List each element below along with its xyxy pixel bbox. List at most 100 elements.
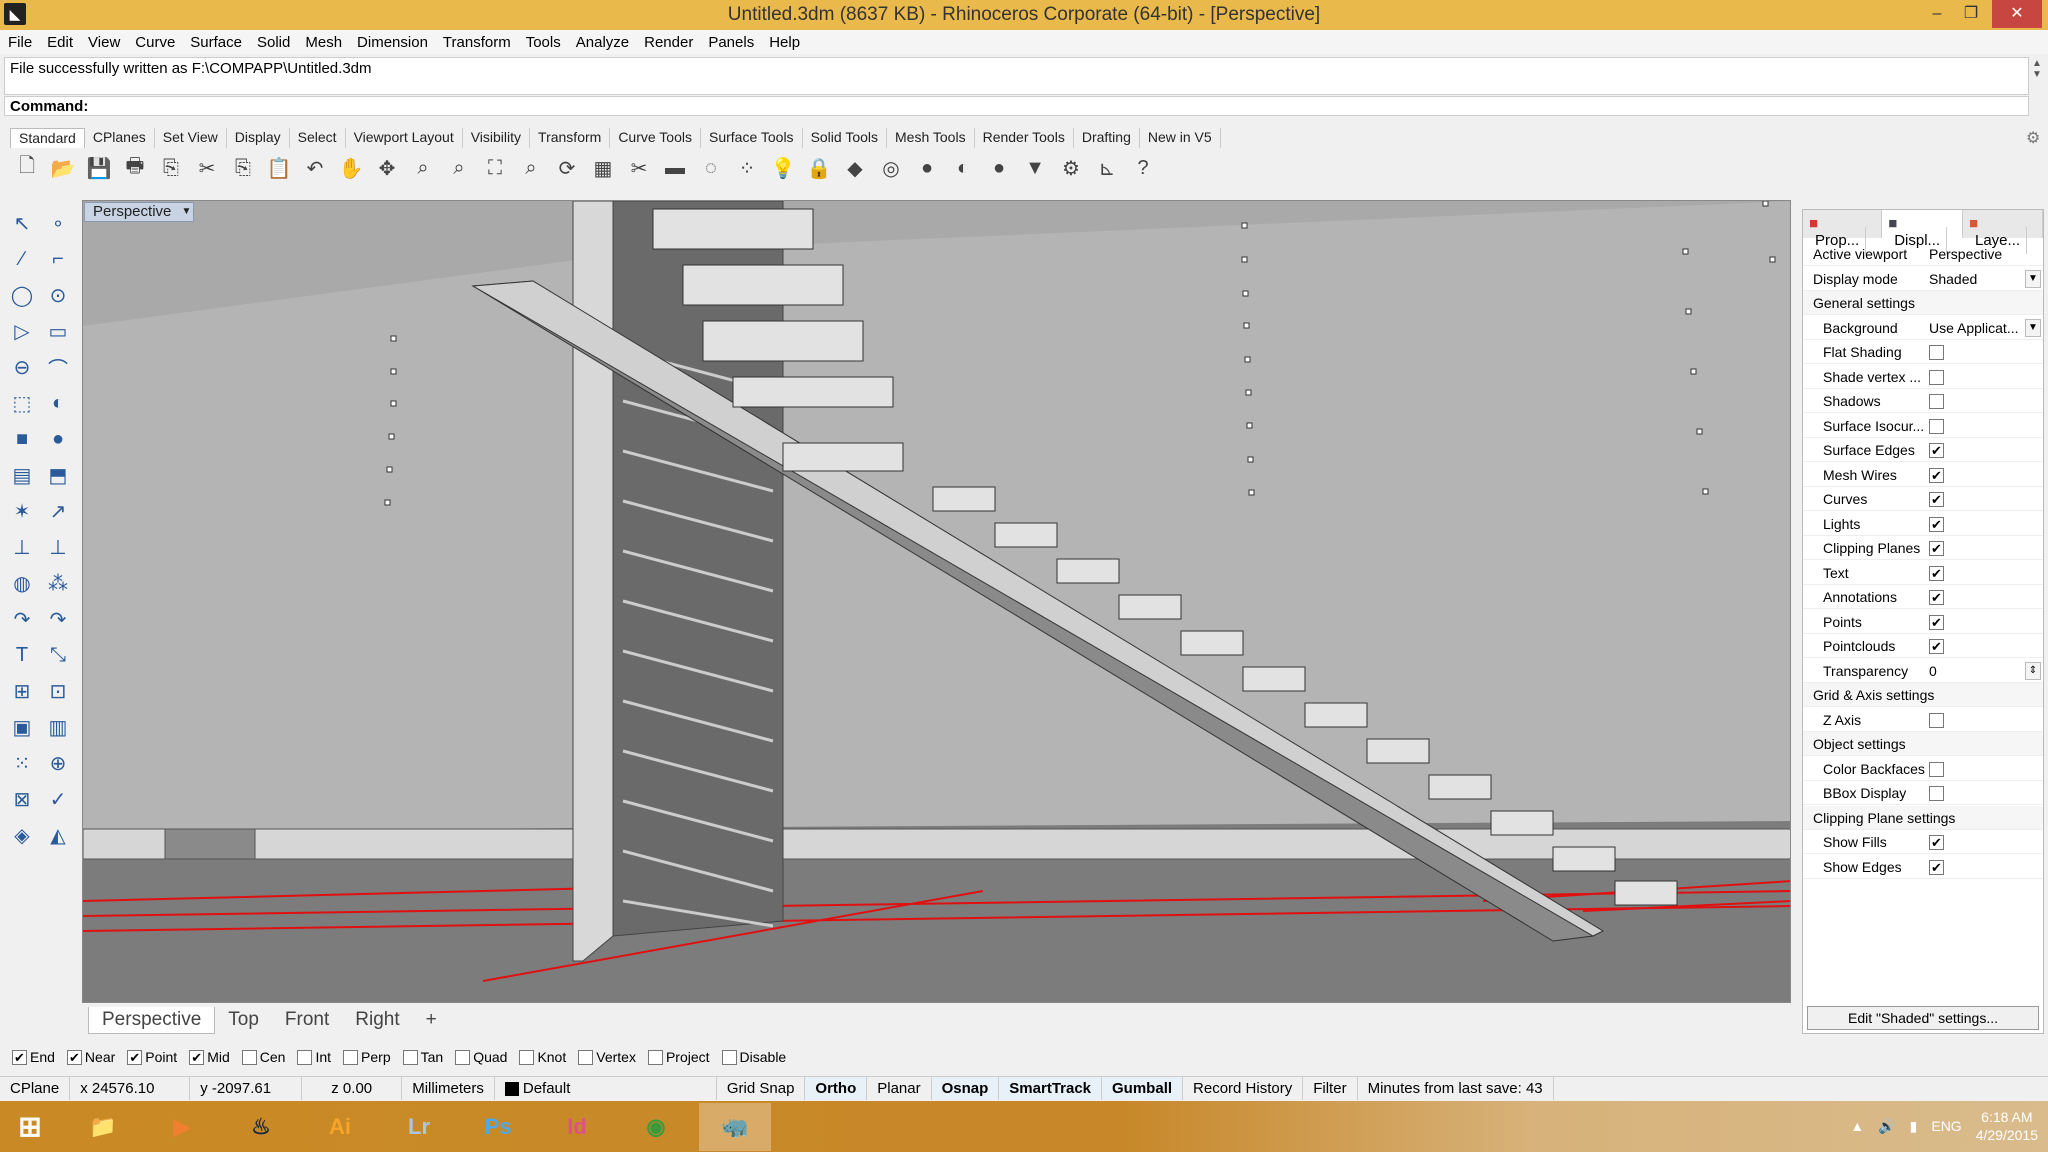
checkbox[interactable] [1929,712,1944,728]
viewport-title[interactable]: Perspective ▼ [84,202,195,222]
osnap-mid[interactable]: ✔ Mid [189,1049,230,1065]
menu-dimension[interactable]: Dimension [357,34,428,51]
spinner-arrows-icon[interactable]: ⇕ [2025,661,2041,680]
rhino-app-icon[interactable]: ◣ [4,3,26,25]
checkbox[interactable]: ✔ [127,1049,143,1065]
four-viewports-icon[interactable]: ▦ [588,153,618,183]
row-surface-isocur[interactable]: Surface Isocur... [1803,414,2043,438]
checkbox[interactable]: ✔ [1929,467,1944,483]
box-tool-icon[interactable]: ■ [4,421,40,457]
row-pointclouds[interactable]: Pointclouds ✔ [1803,634,2043,658]
row-surface-edges[interactable]: Surface Edges ✔ [1803,438,2043,462]
lightroom-icon[interactable]: Lr [383,1103,455,1151]
osnap-near[interactable]: ✔ Near [66,1049,115,1065]
polyline-tool-icon[interactable]: ∕ [4,241,40,277]
menu-tools[interactable]: Tools [526,34,561,51]
checkbox[interactable] [402,1049,418,1065]
layer-button[interactable]: Default [495,1077,717,1100]
viewport-tab-perspective[interactable]: Perspective [88,1007,216,1034]
row-value[interactable]: Shaded [1929,267,1977,291]
viewport-tab-front[interactable]: Front [272,1007,342,1034]
point-tool-icon[interactable]: ∘ [40,205,76,241]
checkbox[interactable]: ✔ [66,1049,82,1065]
checkbox[interactable] [1929,345,1944,360]
tray-arrow-icon[interactable]: ▲ [1850,1118,1864,1134]
save-icon[interactable]: 💾 [84,153,114,183]
language-indicator[interactable]: ENG [1931,1118,1961,1134]
checkbox[interactable] [519,1049,535,1065]
copy-icon[interactable]: ⎘ [228,153,258,183]
viewport-tab-top[interactable]: Top [215,1007,272,1034]
chevron-down-icon[interactable]: ▼ [181,203,191,221]
checkbox[interactable] [1929,418,1944,434]
row-display-mode[interactable]: Display mode Shaded ▼ [1803,267,2043,291]
grid-icon[interactable]: ▬ [660,153,690,183]
select-tool-icon[interactable]: ↖ [4,205,40,241]
checkbox[interactable] [1929,761,1944,777]
tab-mesh-tools[interactable]: Mesh Tools [887,128,975,148]
minimize-button[interactable]: – [1920,0,1954,28]
menu-mesh[interactable]: Mesh [305,34,342,51]
toolbar-gear-icon[interactable]: ⚙ [2026,128,2040,148]
menu-surface[interactable]: Surface [190,34,242,51]
volume-icon[interactable]: 🔊 [1878,1118,1895,1135]
row-show-fills[interactable]: Show Fills ✔ [1803,830,2043,854]
row-shade-vertex[interactable]: Shade vertex ... [1803,365,2043,389]
menu-panels[interactable]: Panels [708,34,754,51]
row-shadows[interactable]: Shadows [1803,389,2043,413]
panel-tab-display[interactable]: ■ Displ... [1882,210,1963,254]
osnap-cen[interactable]: Cen [241,1049,285,1065]
checkbox[interactable] [343,1049,359,1065]
tab-drafting[interactable]: Drafting [1074,128,1140,148]
circle-tool-icon[interactable]: ◯ [4,277,40,313]
toggle-filter[interactable]: Filter [1303,1077,1358,1100]
checkbox[interactable]: ✔ [1929,541,1944,556]
tab-curve-tools[interactable]: Curve Tools [610,128,701,148]
osnap-point[interactable]: ✔ Point [127,1049,177,1065]
checkbox[interactable]: ✔ [1929,565,1944,581]
menu-transform[interactable]: Transform [443,34,511,51]
circle-icon[interactable]: ◌ [696,153,726,183]
panel-tab-layers[interactable]: ■ Laye... [1963,210,2044,254]
rhino-icon[interactable]: 🦏 [699,1102,771,1151]
checkbox[interactable] [647,1049,663,1065]
checkbox[interactable]: ✔ [1929,492,1944,507]
tab-visibility[interactable]: Visibility [463,128,531,148]
osnap-disable[interactable]: Disable [721,1049,786,1065]
menu-edit[interactable]: Edit [47,34,73,51]
tab-solid-tools[interactable]: Solid Tools [803,128,888,148]
explode-tool-icon[interactable]: ✶ [4,493,40,529]
windows-start-icon[interactable]: ⊞ [0,1103,60,1151]
pan-icon[interactable]: ✋ [336,153,366,183]
checkbox[interactable]: ✔ [1929,590,1944,605]
new-file-icon[interactable]: 🗋 [12,153,42,183]
render-sphere-icon[interactable]: ◐ [948,153,978,183]
network-icon[interactable]: ▮ [1910,1118,1918,1135]
history-scrollbar[interactable]: ▲ ▼ [2030,58,2044,94]
checkbox[interactable]: ✔ [1929,443,1944,458]
row-transparency[interactable]: Transparency 0 ⇕ [1803,659,2043,683]
row-bbox-display[interactable]: BBox Display [1803,781,2043,805]
checkbox[interactable] [241,1049,257,1065]
row-curves[interactable]: Curves ✔ [1803,487,2043,511]
toggle-record-history[interactable]: Record History [1183,1077,1304,1100]
cplane-button[interactable]: CPlane [0,1077,71,1100]
tab-surface-tools[interactable]: Surface Tools [701,128,803,148]
row-lights[interactable]: Lights ✔ [1803,512,2043,536]
chevron-down-icon[interactable]: ▼ [2025,318,2041,337]
osnap-end[interactable]: ✔ End [12,1049,55,1065]
checkbox[interactable]: ✔ [1929,835,1944,850]
rectangle-tool-icon[interactable]: ▭ [40,313,76,349]
menu-analyze[interactable]: Analyze [576,34,629,51]
hatch-tool-icon[interactable]: ▥ [40,709,76,745]
chrome-icon[interactable]: ◉ [620,1103,692,1151]
row-value[interactable]: Use Applicat... [1929,316,2019,340]
help-icon[interactable]: ? [1128,153,1158,183]
toggle-osnap[interactable]: Osnap [931,1077,1000,1100]
zoom-selected-icon[interactable]: ⌕ [516,153,546,183]
panel-tab-properties[interactable]: ■ Prop... [1803,210,1883,254]
material-tool-icon[interactable]: ◭ [40,817,76,853]
dimension-icon[interactable]: ⊾ [1092,153,1122,183]
photoshop-icon[interactable]: Ps [462,1103,534,1151]
row-mesh-wires[interactable]: Mesh Wires ✔ [1803,463,2043,487]
